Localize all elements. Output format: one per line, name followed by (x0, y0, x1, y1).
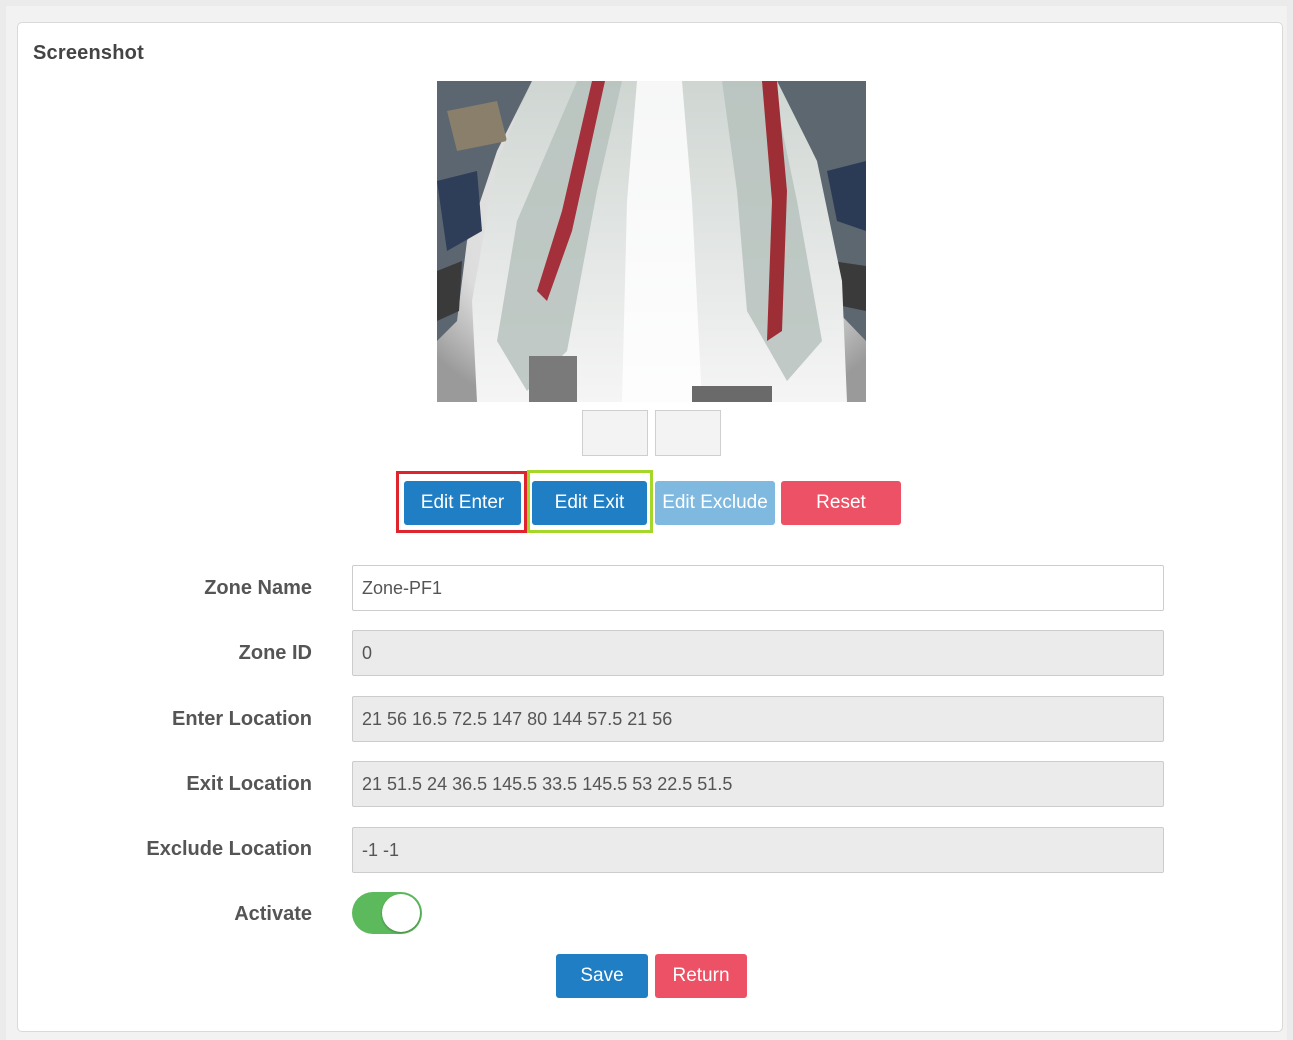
camera-snapshot (437, 81, 866, 402)
zone-thumbnail-2[interactable] (655, 410, 721, 456)
zone-name-input[interactable]: Zone-PF1 (352, 565, 1164, 611)
exit-location-field: 21 51.5 24 36.5 145.5 33.5 145.5 53 22.5… (352, 761, 1164, 807)
edit-exclude-button[interactable]: Edit Exclude (655, 481, 775, 525)
enter-location-field: 21 56 16.5 72.5 147 80 144 57.5 21 56 (352, 696, 1164, 742)
exclude-location-field: -1 -1 (352, 827, 1164, 873)
zone-thumbnail-1[interactable] (582, 410, 648, 456)
activate-label: Activate (234, 903, 312, 925)
enter-location-label: Enter Location (171, 708, 312, 730)
return-button[interactable]: Return (655, 954, 747, 998)
exit-location-label: Exit Location (186, 773, 312, 795)
zone-name-label: Zone Name (204, 577, 312, 599)
toggle-knob (382, 894, 420, 932)
zone-id-field: 0 (352, 630, 1164, 676)
panel-title: Screenshot (33, 42, 144, 64)
reset-button[interactable]: Reset (781, 481, 901, 525)
screenshot-panel: Screenshot Edit Enter Edit Exit Edit Exc… (17, 22, 1283, 1032)
save-button[interactable]: Save (556, 954, 648, 998)
activate-toggle[interactable] (352, 892, 422, 934)
exclude-location-label: Exclude Location (146, 838, 312, 860)
edit-exit-button[interactable]: Edit Exit (532, 481, 647, 525)
zone-id-label: Zone ID (238, 642, 312, 664)
edit-enter-button[interactable]: Edit Enter (404, 481, 521, 525)
